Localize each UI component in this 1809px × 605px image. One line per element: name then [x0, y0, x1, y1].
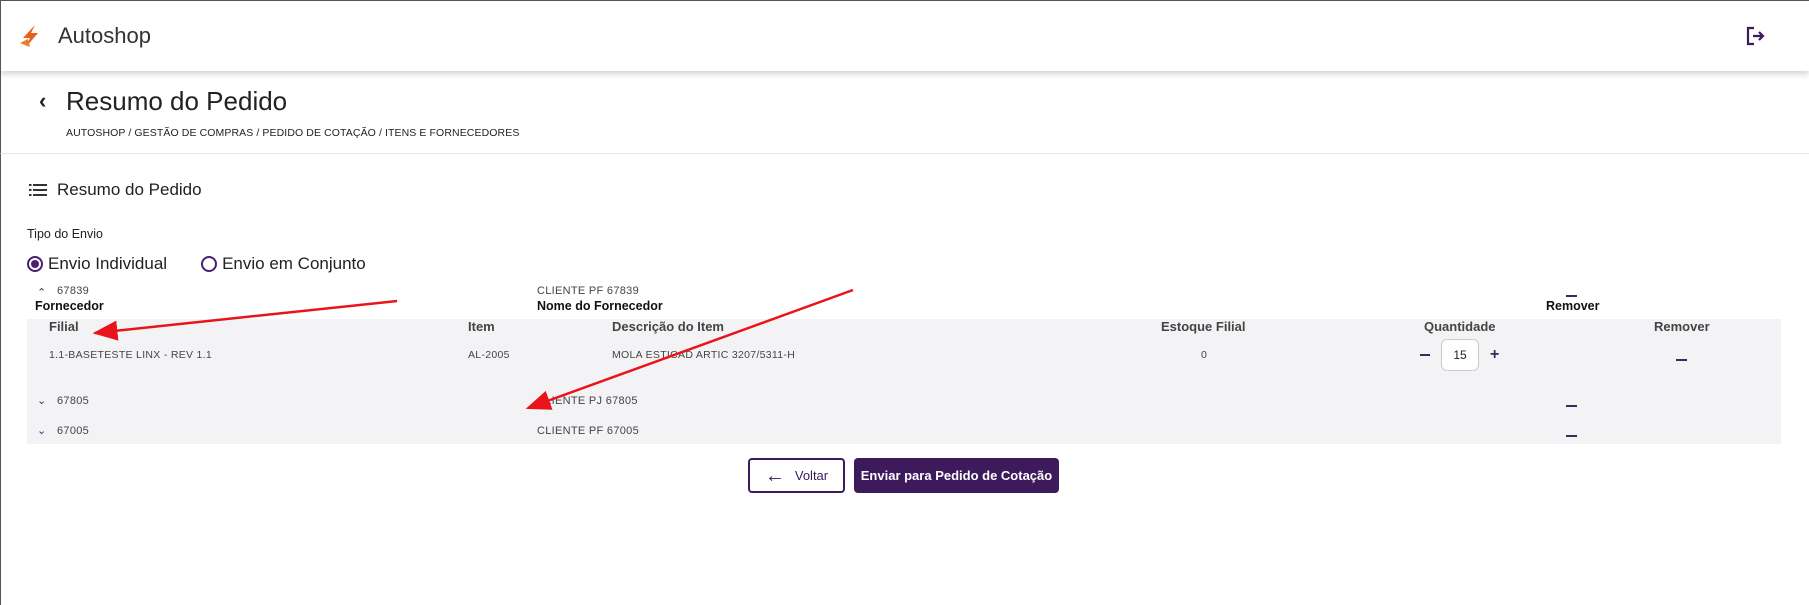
page-title: Resumo do Pedido	[66, 86, 288, 116]
section-title: Resumo do Pedido	[57, 180, 202, 199]
remove-supplier-button[interactable]	[1566, 435, 1577, 437]
order-summary-section: Resumo do Pedido Tipo do Envio Envio Ind…	[0, 154, 1809, 605]
expanded-supplier-panel	[27, 319, 1781, 444]
detail-cell-item: AL-2005	[468, 349, 510, 361]
arrow-left-icon: ←	[764, 464, 785, 487]
remove-supplier-button[interactable]	[1566, 295, 1577, 297]
shipping-type-label: Tipo do Envio	[27, 227, 103, 241]
detail-cell-filial: 1.1-BASETESTE LINX - REV 1.1	[49, 349, 213, 361]
column-header-fornecedor: Fornecedor	[35, 299, 104, 313]
collapse-chevron-icon[interactable]: ⌃	[37, 286, 46, 299]
supplier-code: 67805	[57, 395, 90, 407]
detail-header-item: Item	[468, 319, 495, 334]
breadcrumb: AUTOSHOP / GESTÃO DE COMPRAS / PEDIDO DE…	[66, 127, 520, 139]
logout-icon[interactable]	[1744, 25, 1766, 47]
radio-envio-em-conjunto[interactable]: Envio em Conjunto	[201, 254, 366, 274]
detail-header-remover: Remover	[1654, 319, 1710, 334]
section-header: Resumo do Pedido	[29, 180, 202, 200]
voltar-button[interactable]: ← Voltar	[748, 458, 845, 493]
supplier-name: CLIENTE PF 67005	[537, 425, 640, 437]
remove-item-button[interactable]	[1676, 359, 1687, 361]
detail-header-filial: Filial	[49, 319, 79, 334]
back-chevron-icon[interactable]: ‹	[39, 90, 46, 112]
supplier-code: 67839	[57, 285, 90, 297]
enviar-pedido-button[interactable]: Enviar para Pedido de Cotação	[854, 458, 1059, 493]
quantity-decrement-button[interactable]	[1420, 354, 1430, 356]
expand-chevron-icon[interactable]: ⌄	[37, 424, 46, 437]
column-header-remover: Remover	[1546, 299, 1600, 313]
radio-selected-icon[interactable]	[27, 256, 43, 272]
quantity-increment-button[interactable]: +	[1490, 347, 1499, 363]
app-title: Autoshop	[58, 23, 151, 48]
radio-label: Envio Individual	[48, 254, 168, 273]
detail-cell-estoque: 0	[1201, 349, 1208, 361]
remove-supplier-button[interactable]	[1566, 405, 1577, 407]
supplier-name: CLIENTE PJ 67805	[537, 395, 638, 407]
column-header-nome: Nome do Fornecedor	[537, 299, 663, 313]
detail-header-descricao: Descrição do Item	[612, 319, 724, 334]
quantity-input[interactable]	[1441, 339, 1479, 371]
enviar-label: Enviar para Pedido de Cotação	[860, 468, 1053, 483]
voltar-label: Voltar	[794, 468, 829, 483]
expand-chevron-icon[interactable]: ⌄	[37, 394, 46, 407]
autoshop-logo-icon	[20, 25, 38, 47]
supplier-code: 67005	[57, 425, 90, 437]
detail-cell-descricao: MOLA ESTICAD ARTIC 3207/5311-H	[612, 349, 796, 361]
shipping-type-radio-group: Envio Individual Envio em Conjunto	[27, 254, 400, 274]
top-bar: Autoshop	[0, 0, 1809, 71]
detail-header-quantidade: Quantidade	[1424, 319, 1496, 334]
list-icon	[29, 184, 47, 196]
supplier-name: CLIENTE PF 67839	[537, 285, 640, 297]
radio-label: Envio em Conjunto	[222, 254, 366, 273]
page-header: ‹ Resumo do Pedido AUTOSHOP / GESTÃO DE …	[0, 71, 1809, 154]
radio-unselected-icon[interactable]	[201, 256, 218, 272]
detail-header-estoque: Estoque Filial	[1161, 319, 1246, 334]
radio-envio-individual[interactable]: Envio Individual	[27, 254, 167, 274]
